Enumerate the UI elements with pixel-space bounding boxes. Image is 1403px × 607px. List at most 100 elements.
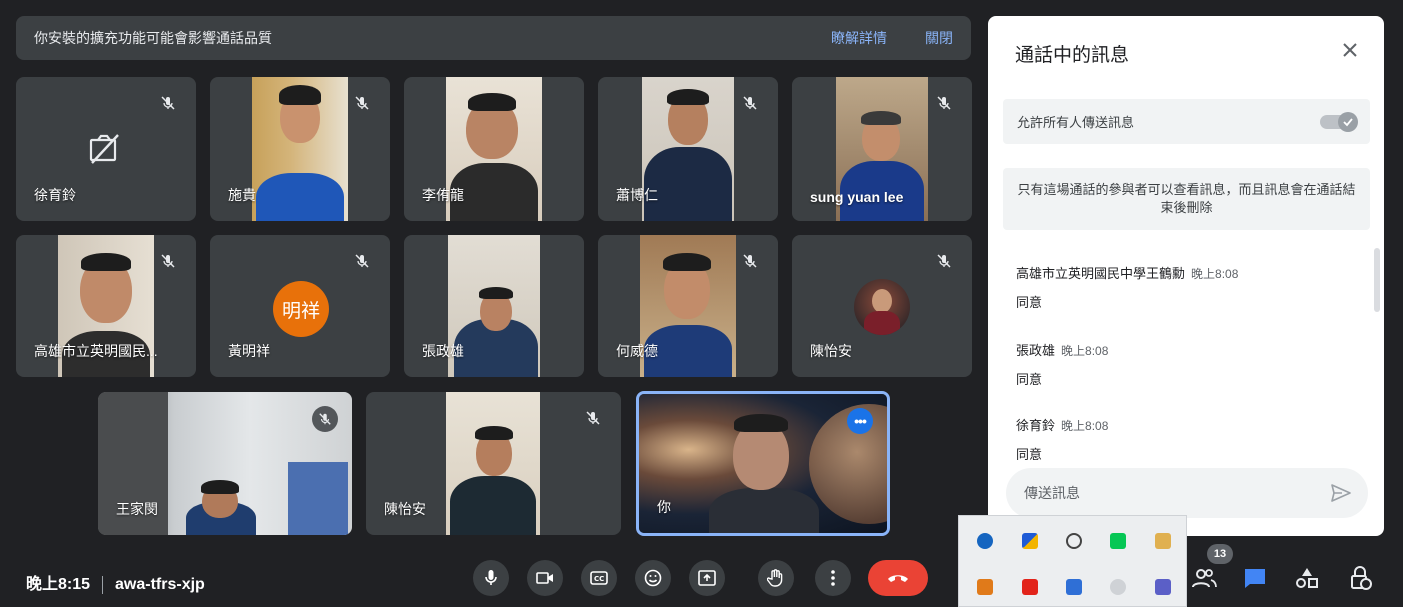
system-tray-overflow xyxy=(958,515,1187,607)
more-vert-icon xyxy=(831,570,835,586)
emoji-icon xyxy=(644,569,662,587)
notes-icon[interactable] xyxy=(1066,579,1082,595)
participant-name: 陳怡安 xyxy=(810,343,852,359)
inactive-app-icon[interactable] xyxy=(1110,579,1126,595)
meeting-code: awa-tfrs-xjp xyxy=(115,576,205,593)
participant-tile[interactable]: 徐育鈴 xyxy=(16,77,196,221)
chat-scrollbar[interactable] xyxy=(1374,248,1380,312)
allow-messages-row: 允許所有人傳送訊息 xyxy=(1003,99,1370,144)
participant-tile[interactable]: 蕭博仁 xyxy=(598,77,778,221)
message-time: 晚上8:08 xyxy=(1061,344,1109,358)
participant-name: 陳怡安 xyxy=(384,501,426,517)
chat-message: 張政雄 晚上8:08 同意 xyxy=(1016,340,1108,388)
chat-panel: 通話中的訊息 允許所有人傳送訊息 只有這場通話的參與者可以查看訊息，而且訊息會在… xyxy=(988,16,1384,536)
avatar xyxy=(854,279,910,335)
teams-icon[interactable] xyxy=(1155,579,1171,595)
svg-text:CC: CC xyxy=(594,575,604,583)
cloud-off-icon[interactable] xyxy=(1066,533,1082,549)
mic-off-icon xyxy=(161,254,175,268)
message-input[interactable]: 傳送訊息 xyxy=(1006,468,1368,518)
participant-name: 李侑龍 xyxy=(422,187,464,203)
close-icon[interactable] xyxy=(1340,40,1360,60)
learn-more-link[interactable]: 瞭解詳情 xyxy=(831,28,887,48)
captions-button[interactable]: CC xyxy=(581,560,617,596)
people-button[interactable] xyxy=(1190,564,1218,592)
chat-privacy-notice: 只有這場通話的參與者可以查看訊息，而且訊息會在通話結束後刪除 xyxy=(1003,168,1370,230)
camera-icon xyxy=(536,572,553,584)
security-shield-icon[interactable] xyxy=(1022,533,1038,549)
message-time: 晚上8:08 xyxy=(1191,267,1239,281)
chat-icon xyxy=(1245,569,1265,588)
current-time: 晚上8:15 xyxy=(26,576,91,593)
participant-tile[interactable]: 李侑龍 xyxy=(404,77,584,221)
meeting-info: 晚上8:15 awa-tfrs-xjp xyxy=(26,570,205,594)
mic-off-icon xyxy=(937,254,951,268)
message-text: 同意 xyxy=(1016,295,1043,310)
message-input-placeholder: 傳送訊息 xyxy=(1024,485,1080,501)
raise-hand-button[interactable] xyxy=(758,560,794,596)
shapes-icon xyxy=(1296,568,1318,588)
message-text: 同意 xyxy=(1016,447,1043,462)
phone-hangup-icon xyxy=(888,575,908,582)
bluetooth-icon[interactable] xyxy=(977,533,993,549)
microphone-button[interactable] xyxy=(473,560,509,596)
check-icon xyxy=(1338,112,1358,132)
banner-message: 你安裝的擴充功能可能會影響通話品質 xyxy=(34,30,272,46)
participant-video xyxy=(252,77,348,221)
leave-call-button[interactable] xyxy=(868,560,928,596)
mic-off-icon xyxy=(355,96,369,110)
participant-name: 王家閔 xyxy=(116,501,158,517)
participant-tile[interactable]: 張政雄 xyxy=(404,235,584,377)
microphone-icon xyxy=(485,570,497,585)
participant-tile[interactable]: 王家閔 xyxy=(98,392,352,535)
present-screen-button[interactable] xyxy=(689,560,725,596)
self-view-tile[interactable]: ••• 你 xyxy=(636,391,890,536)
reactions-button[interactable] xyxy=(635,560,671,596)
message-sender: 徐育鈴 xyxy=(1016,418,1056,433)
participant-tile[interactable]: 陳怡安 xyxy=(366,392,621,535)
extension-warning-banner: 你安裝的擴充功能可能會影響通話品質 瞭解詳情 關閉 xyxy=(16,16,971,60)
more-options-button[interactable]: ••• xyxy=(847,408,873,434)
camera-button[interactable] xyxy=(527,560,563,596)
activities-button[interactable] xyxy=(1293,564,1321,592)
participant-name: 蕭博仁 xyxy=(616,187,658,203)
recorder-icon[interactable] xyxy=(1022,579,1038,595)
more-options-button[interactable] xyxy=(815,560,851,596)
app-icon[interactable] xyxy=(977,579,993,595)
message-text: 同意 xyxy=(1016,372,1043,387)
present-icon xyxy=(698,570,716,586)
people-count-badge: 13 xyxy=(1207,544,1233,564)
send-icon[interactable] xyxy=(1330,483,1352,503)
participant-name: 你 xyxy=(657,499,671,515)
mic-off-icon xyxy=(586,411,600,425)
participant-tile[interactable]: sung yuan lee xyxy=(792,77,972,221)
participant-name: 徐育鈴 xyxy=(34,187,76,203)
participant-name: 黃明祥 xyxy=(228,343,270,359)
participant-tile[interactable]: 陳怡安 xyxy=(792,235,972,377)
lock-person-icon xyxy=(1351,566,1372,590)
chat-message: 高雄市立英明國民中學王鶴勳 晚上8:08 同意 xyxy=(1016,263,1238,311)
mic-off-icon xyxy=(161,96,175,110)
participant-name: sung yuan lee xyxy=(810,189,904,205)
participant-tile[interactable]: 高雄市立英明國民... xyxy=(16,235,196,377)
participant-name: 高雄市立英明國民... xyxy=(34,343,158,359)
host-controls-button[interactable] xyxy=(1347,564,1375,592)
participant-video xyxy=(446,392,540,535)
message-sender: 高雄市立英明國民中學王鶴勳 xyxy=(1016,266,1186,281)
mic-off-icon xyxy=(743,96,757,110)
participant-tile[interactable]: 明祥 黃明祥 xyxy=(210,235,390,377)
bottom-toolbar: 晚上8:15 awa-tfrs-xjp CC xyxy=(0,556,1403,607)
allow-messages-toggle[interactable] xyxy=(1320,112,1358,132)
participant-tile[interactable]: 施貴 xyxy=(210,77,390,221)
participant-name: 何威德 xyxy=(616,343,658,359)
participant-tile[interactable]: 何威德 xyxy=(598,235,778,377)
chat-button[interactable] xyxy=(1241,564,1269,592)
line-app-icon[interactable] xyxy=(1110,533,1126,549)
captions-icon: CC xyxy=(590,571,608,585)
mic-off-icon xyxy=(937,96,951,110)
dismiss-banner-link[interactable]: 關閉 xyxy=(925,28,953,48)
avatar-initials: 明祥 xyxy=(281,300,320,322)
camera-off-icon xyxy=(88,133,122,170)
mic-off-icon xyxy=(743,254,757,268)
printer-icon[interactable] xyxy=(1155,533,1171,549)
